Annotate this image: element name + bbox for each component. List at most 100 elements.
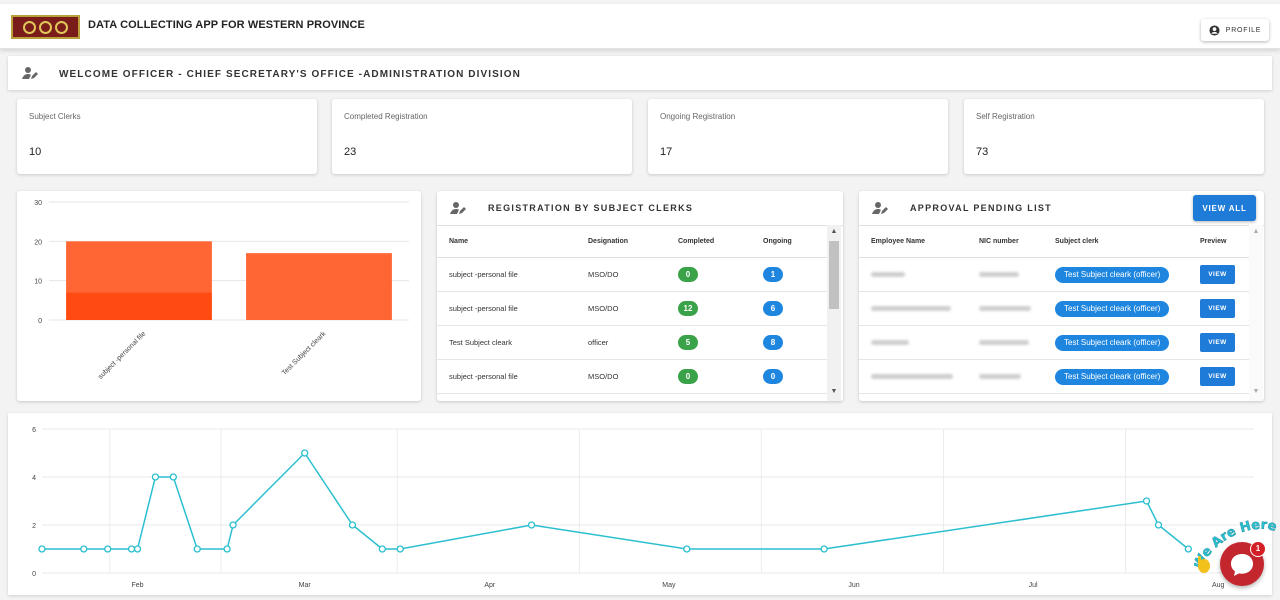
redacted-employee-name [871, 374, 953, 379]
x-tick-label: Mar [299, 582, 312, 589]
column-header-designation[interactable]: Designation [576, 225, 666, 258]
data-point [80, 545, 88, 553]
stat-label: Completed Registration [344, 112, 428, 121]
redacted-nic-number [979, 306, 1031, 311]
card-header: APPROVAL PENDING LIST VIEW ALL [859, 191, 1264, 226]
scroll-down-arrow-icon[interactable]: ▼ [1252, 388, 1260, 396]
x-tick-label: Feb [131, 582, 143, 589]
data-point [301, 449, 309, 457]
column-header-name[interactable]: Name [437, 225, 576, 258]
table-row[interactable]: subject -personal file MSO/DO 0 1 [437, 257, 827, 292]
data-point [193, 545, 201, 553]
stat-label: Ongoing Registration [660, 112, 736, 121]
scrollbar-thumb[interactable] [829, 241, 839, 309]
data-point [133, 545, 142, 553]
y-tick-label: 2 [32, 523, 36, 530]
column-header-preview[interactable]: Preview [1188, 225, 1249, 258]
y-tick-label: 20 [34, 239, 42, 246]
bar-segment [66, 241, 212, 293]
redacted-nic-number [979, 272, 1019, 277]
data-point [127, 545, 136, 553]
line-chart-card: 0 2 4 6 Feb Mar Apr May Jun Jul Aug [8, 413, 1272, 595]
data-point [104, 545, 112, 553]
subject-clerk-chip: Test Subject cleark (officer) [1055, 300, 1170, 317]
profile-button[interactable]: PROFILE [1201, 19, 1269, 41]
x-category-label: subject -personal file [97, 330, 147, 380]
x-tick-label: Apr [484, 582, 496, 589]
clerk-name: subject -personal file [437, 257, 576, 292]
account-circle-icon [1209, 24, 1220, 36]
scroll-up-arrow-icon[interactable]: ▲ [830, 228, 838, 236]
column-header-subject-clerk[interactable]: Subject clerk [1043, 225, 1188, 258]
data-point [151, 473, 160, 481]
card-header: REGISTRATION BY SUBJECT CLERKS [437, 191, 843, 226]
table-row[interactable]: subject -personal file MSO/DO 12 6 [437, 291, 827, 326]
series-line [42, 451, 1189, 550]
app-title: DATA COLLECTING APP FOR WESTERN PROVINCE [88, 19, 365, 31]
provincial-emblem-logo [11, 15, 80, 39]
view-button[interactable]: VIEW [1200, 299, 1235, 318]
data-point [527, 521, 536, 529]
view-button[interactable]: VIEW [1200, 367, 1235, 386]
column-header-completed[interactable]: Completed [666, 225, 751, 258]
table-row[interactable]: Test Subject cleark officer 5 8 [437, 325, 827, 360]
ongoing-count-badge: 6 [763, 301, 783, 316]
clerk-name: Test Subject cleark [437, 325, 576, 360]
table-header-row: Name Designation Completed Ongoing [437, 225, 827, 258]
redacted-nic-number [979, 340, 1029, 345]
table-scrollbar[interactable]: ▲ ▼ [827, 225, 841, 401]
x-tick-label: Jul [1029, 582, 1038, 589]
view-button[interactable]: VIEW [1200, 265, 1235, 284]
scroll-down-arrow-icon[interactable]: ▼ [830, 388, 838, 396]
scroll-up-arrow-icon[interactable]: ▲ [1252, 228, 1260, 236]
view-button[interactable]: VIEW [1200, 333, 1235, 352]
data-point [1142, 497, 1151, 505]
registrations-over-time-line-chart: 0246Feb Mar Apr May Jun Jul Aug [32, 427, 1254, 589]
registration-by-subject-clerks-card: REGISTRATION BY SUBJECT CLERKS Name Desi… [437, 191, 843, 401]
stat-card-completed-registration: Completed Registration 23 [332, 99, 632, 174]
completed-count-badge: 0 [678, 369, 698, 384]
data-point [229, 521, 237, 529]
completed-count-badge: 12 [678, 301, 698, 316]
data-point [38, 545, 46, 553]
stat-value: 10 [29, 146, 42, 158]
stat-card-ongoing-registration: Ongoing Registration 17 [648, 99, 948, 174]
table-row[interactable]: Test Subject cleark (officer) VIEW [859, 325, 1249, 360]
y-tick-label: 6 [32, 427, 36, 434]
ongoing-count-badge: 8 [763, 335, 783, 350]
table-row[interactable]: Test Subject cleark (officer) VIEW [859, 257, 1249, 292]
bar-segment [246, 253, 392, 320]
column-header-ongoing[interactable]: Ongoing [751, 225, 827, 258]
subject-clerk-chip: Test Subject cleark (officer) [1055, 334, 1170, 351]
view-all-button[interactable]: VIEW ALL [1193, 195, 1256, 221]
profile-button-label: PROFILE [1225, 26, 1262, 34]
table-scrollbar[interactable]: ▲ ▼ [1249, 225, 1263, 401]
column-header-employee-name[interactable]: Employee Name [859, 225, 967, 258]
redacted-employee-name [871, 340, 909, 345]
table-row[interactable]: Test Subject cleark (officer) VIEW [859, 291, 1249, 326]
user-edit-icon [450, 202, 466, 214]
x-category-label: Test Subject cleark [281, 330, 328, 377]
table-header-row: Employee Name NIC number Subject clerk P… [859, 225, 1249, 258]
subject-clerk-chip: Test Subject cleark (officer) [1055, 368, 1170, 385]
welcome-banner: WELCOME OFFICER - CHIEF SECRETARY'S OFFI… [8, 56, 1272, 90]
data-point [348, 521, 357, 529]
column-header-nic-number[interactable]: NIC number [967, 225, 1043, 258]
table-row[interactable]: Test Subject cleark (officer) VIEW [859, 359, 1249, 394]
stat-value: 17 [660, 146, 673, 158]
approval-pending-list-card: APPROVAL PENDING LIST VIEW ALL Employee … [859, 191, 1264, 401]
redacted-nic-number [979, 374, 1021, 379]
data-point [223, 545, 231, 553]
x-tick-label: Jun [848, 582, 859, 589]
welcome-text: WELCOME OFFICER - CHIEF SECRETARY'S OFFI… [59, 69, 522, 80]
table-row[interactable]: subject -personal file MSO/DO 0 0 [437, 359, 827, 394]
chat-notification-badge: 1 [1250, 541, 1266, 557]
card-title: REGISTRATION BY SUBJECT CLERKS [488, 203, 694, 213]
user-edit-icon [872, 202, 888, 214]
data-point [683, 545, 691, 553]
stat-card-subject-clerks: Subject Clerks 10 [17, 99, 317, 174]
clerk-designation: MSO/DO [576, 257, 666, 292]
clerk-designation: MSO/DO [576, 359, 666, 394]
ongoing-count-badge: 0 [763, 369, 783, 384]
data-point [169, 473, 177, 481]
